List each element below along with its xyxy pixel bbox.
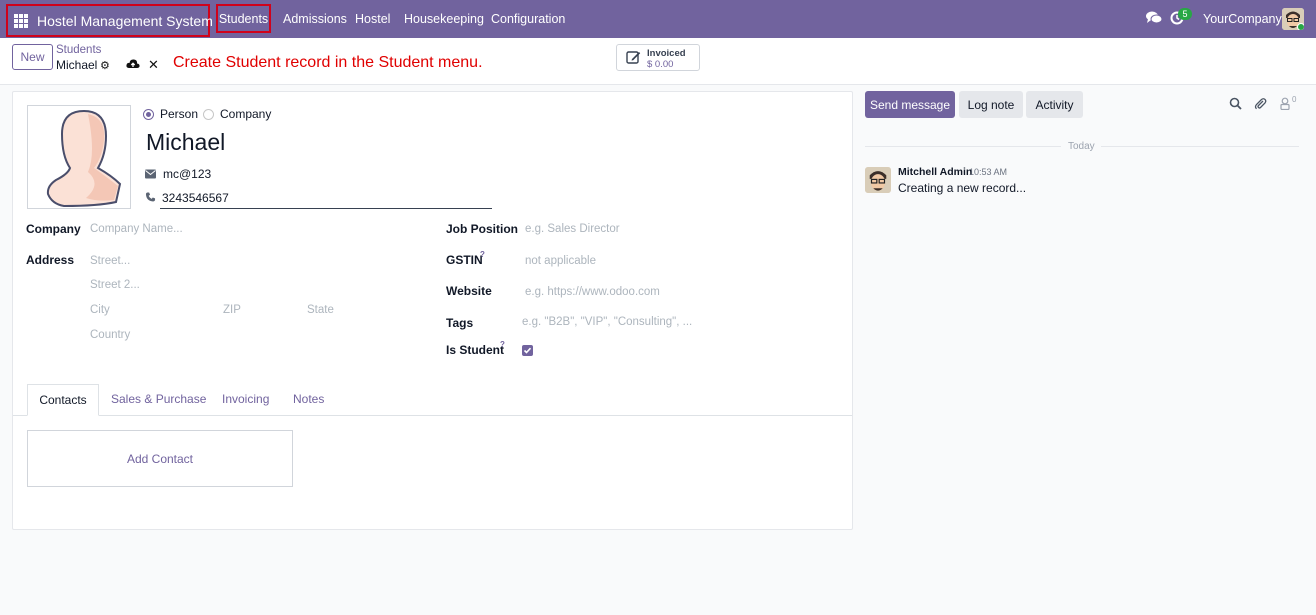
gstin-label: GSTIN <box>446 253 483 267</box>
radio-person-label: Person <box>160 107 199 121</box>
address-label: Address <box>26 253 75 267</box>
new-button[interactable]: New <box>12 44 53 70</box>
radio-company-label: Company <box>220 107 272 121</box>
message-author[interactable]: Mitchell Admin <box>898 166 972 178</box>
app-name: Hostel Management System <box>37 12 213 29</box>
menu-hostel[interactable]: Hostel <box>355 12 390 26</box>
followers-icon[interactable] <box>1279 97 1292 110</box>
date-separator: Today <box>1068 141 1095 152</box>
separator-line-left <box>865 146 1061 147</box>
log-note-button[interactable]: Log note <box>959 91 1023 118</box>
followers-count: 0 <box>1292 95 1297 104</box>
tags-label: Tags <box>446 316 474 330</box>
placeholder-avatar-icon <box>46 109 122 208</box>
street-input[interactable]: Street... <box>90 255 130 267</box>
street2-input[interactable]: Street 2... <box>90 279 140 291</box>
contact-image[interactable] <box>27 105 131 209</box>
notebook-tabs: Contacts Sales & Purchase Invoicing Note… <box>13 384 852 416</box>
add-contact-button[interactable]: Add Contact <box>27 430 293 487</box>
search-icon[interactable] <box>1229 97 1242 110</box>
message-body: Creating a new record... <box>898 181 1027 195</box>
zip-input[interactable]: ZIP <box>223 304 241 316</box>
website-input[interactable]: e.g. https://www.odoo.com <box>525 286 660 298</box>
phone-input-underline <box>160 208 492 209</box>
check-icon <box>523 347 532 354</box>
app-menu-button[interactable]: Hostel Management System <box>6 4 213 37</box>
activity-count-badge: 5 <box>1178 8 1192 20</box>
breadcrumb-current: Michael <box>56 58 98 72</box>
discard-icon[interactable]: ✕ <box>148 57 159 73</box>
radio-person[interactable]: Person <box>143 107 198 121</box>
tab-contacts[interactable]: Contacts <box>27 384 99 416</box>
tab-notes[interactable]: Notes <box>293 392 324 406</box>
website-label: Website <box>446 284 492 298</box>
company-label: Company <box>26 222 81 236</box>
contact-name-input[interactable]: Michael <box>146 129 225 156</box>
separator-line-right <box>1101 146 1299 147</box>
menu-housekeeping[interactable]: Housekeeping <box>404 12 484 26</box>
phone-input[interactable]: 3243546567 <box>162 191 229 205</box>
menu-configuration[interactable]: Configuration <box>491 12 565 26</box>
top-navbar: Hostel Management System Students Admiss… <box>0 0 1316 38</box>
message-author-avatar[interactable] <box>865 167 891 193</box>
job-position-input[interactable]: e.g. Sales Director <box>525 223 620 235</box>
phone-icon <box>145 192 156 202</box>
envelope-icon <box>145 169 156 179</box>
message-time: 10:53 AM <box>969 167 1008 177</box>
company-input[interactable]: Company Name... <box>90 223 183 235</box>
menu-admissions[interactable]: Admissions <box>283 12 347 26</box>
menu-students[interactable]: Students <box>216 4 271 33</box>
radio-company-circle <box>203 108 214 120</box>
tags-input[interactable]: e.g. "B2B", "VIP", "Consulting", ... <box>522 316 692 328</box>
apps-grid-icon <box>14 13 28 28</box>
instruction-annotation: Create Student record in the Student men… <box>173 54 483 71</box>
city-input[interactable]: City <box>90 304 110 316</box>
email-input[interactable]: mc@123 <box>163 167 211 181</box>
tab-invoicing[interactable]: Invoicing <box>222 392 269 406</box>
gear-icon[interactable]: ⚙ <box>100 59 110 72</box>
online-status-dot <box>1297 23 1304 30</box>
is-student-checkbox[interactable] <box>522 345 533 356</box>
is-student-help-icon[interactable]: ? <box>500 340 505 349</box>
invoiced-smart-button[interactable]: Invoiced $ 0.00 <box>616 44 700 71</box>
form-sheet: Person Company Michael mc@123 3243546567… <box>12 91 853 530</box>
tab-sales-purchase[interactable]: Sales & Purchase <box>111 392 206 406</box>
is-student-label: Is Student <box>446 343 505 357</box>
breadcrumb-students[interactable]: Students <box>56 44 101 56</box>
company-switcher[interactable]: YourCompany <box>1203 12 1282 26</box>
user-avatar[interactable] <box>1282 8 1304 30</box>
job-position-label: Job Position <box>446 222 518 236</box>
chat-icon[interactable] <box>1146 11 1162 25</box>
control-panel: New Students Michael ⚙ ✕ Create Student … <box>0 38 1316 85</box>
paperclip-icon[interactable] <box>1254 97 1267 110</box>
country-input[interactable]: Country <box>90 329 130 341</box>
invoiced-label: Invoiced <box>647 48 686 59</box>
radio-company[interactable]: Company <box>203 107 271 121</box>
send-message-button[interactable]: Send message <box>865 91 955 118</box>
invoiced-value: $ 0.00 <box>647 59 674 70</box>
edit-invoice-icon <box>626 51 641 64</box>
activity-button[interactable]: Activity <box>1026 91 1083 118</box>
save-cloud-icon[interactable] <box>126 58 140 70</box>
state-input[interactable]: State <box>307 304 334 316</box>
radio-person-circle <box>143 108 154 120</box>
gstin-input[interactable]: not applicable <box>525 255 596 267</box>
author-face-icon <box>865 167 891 193</box>
gstin-help-icon[interactable]: ? <box>480 250 485 259</box>
